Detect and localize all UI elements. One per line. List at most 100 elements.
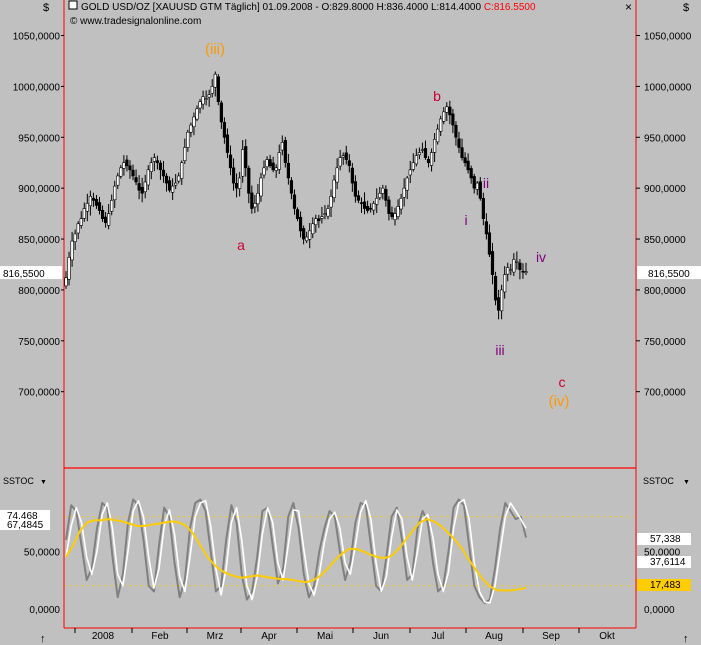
- candle-body: [369, 207, 373, 210]
- candle-body: [180, 162, 184, 179]
- last-price-label-right: 816,5500: [648, 269, 690, 280]
- candle-body: [277, 152, 281, 170]
- candle-body: [317, 218, 321, 222]
- x-tick-label: Feb: [151, 631, 169, 642]
- stoch-value-label-left: 67,4845: [7, 520, 44, 531]
- x-tick-label: Apr: [261, 631, 277, 642]
- wave-label: b: [433, 88, 441, 104]
- candle-body: [433, 139, 437, 153]
- indicator-dropdown-right[interactable]: ▼: [683, 479, 690, 486]
- price-tick-label-right: 1000,0000: [644, 82, 692, 93]
- candle-body: [219, 102, 223, 123]
- candle-body: [253, 203, 257, 208]
- candle-body: [104, 216, 108, 224]
- x-tick-label: Aug: [485, 631, 503, 642]
- candle-body: [195, 108, 199, 120]
- candle-body: [469, 168, 473, 179]
- candle-body: [289, 180, 294, 194]
- scroll-up-left[interactable]: ↑: [40, 633, 46, 645]
- candle-body: [192, 116, 196, 128]
- candle-body: [88, 196, 92, 207]
- candle-body: [503, 274, 507, 293]
- candle-body: [198, 101, 202, 109]
- last-price-label-left: 816,5500: [3, 269, 45, 280]
- candle-body: [423, 148, 428, 158]
- candle-body: [146, 169, 150, 186]
- candle-body: [186, 131, 190, 148]
- candle-body: [94, 199, 99, 206]
- candle-body: [411, 162, 415, 170]
- price-tick-label-right: 700,0000: [644, 388, 686, 399]
- candle-body: [244, 146, 248, 169]
- candle-body: [149, 162, 153, 172]
- candle-body: [107, 213, 111, 226]
- candle-body: [442, 111, 446, 122]
- candle-body: [79, 218, 83, 226]
- candle-body: [378, 192, 382, 198]
- stoch-value-label-right: 17,483: [650, 580, 681, 591]
- candle-body: [207, 94, 211, 98]
- candle-body: [274, 167, 278, 171]
- close-icon[interactable]: ×: [625, 0, 632, 14]
- candle-body: [399, 198, 403, 210]
- candle-body: [420, 149, 425, 151]
- candle-body: [393, 213, 397, 221]
- candle-body: [100, 209, 105, 219]
- wave-label: iv: [536, 249, 546, 265]
- price-scale-marker-left: $: [43, 2, 49, 14]
- price-tick-label-left: 950,0000: [18, 133, 60, 144]
- instrument-info: GOLD USD/OZ [XAUUSD GTM Täglich] 01.09.2…: [81, 2, 536, 13]
- candle-body: [362, 201, 367, 209]
- x-tick-label: Jun: [373, 631, 389, 642]
- x-tick-label: 2008: [92, 631, 115, 642]
- x-tick-label: Okt: [599, 631, 615, 642]
- candle-body: [231, 167, 236, 184]
- candle-body: [91, 197, 96, 201]
- candle-body: [509, 269, 513, 271]
- candle-body: [155, 160, 159, 164]
- candle-body: [201, 96, 205, 105]
- candle-body: [64, 277, 68, 287]
- symbol-checkbox[interactable]: [68, 0, 78, 10]
- candle-body: [381, 187, 385, 194]
- candle-body: [268, 159, 272, 167]
- candle-body: [225, 134, 230, 153]
- candle-body: [308, 230, 312, 240]
- candle-body: [387, 199, 391, 214]
- x-tick-label: Jul: [432, 631, 445, 642]
- candle-body: [451, 113, 455, 126]
- price-tick-label-left: 1050,0000: [13, 32, 61, 43]
- candle-body: [73, 233, 77, 242]
- candle-body: [247, 167, 251, 194]
- price-tick-label-left: 700,0000: [18, 388, 60, 399]
- stoch-value-label-right: 57,338: [650, 534, 681, 545]
- chart-stage: $ $ GOLD USD/OZ [XAUUSD GTM Täglich] 01.…: [0, 0, 701, 645]
- stoch-value-label-right: 37,6114: [650, 557, 686, 568]
- price-tick-label-right: 950,0000: [644, 133, 686, 144]
- candle-body: [222, 122, 227, 138]
- candle-body: [402, 187, 406, 198]
- scroll-up-right[interactable]: ↑: [683, 633, 689, 645]
- candle-body: [204, 98, 208, 100]
- candle-body: [341, 155, 345, 158]
- candle-body: [484, 221, 488, 235]
- candle-body: [283, 140, 287, 164]
- candle-body: [329, 196, 333, 208]
- price-tick-label-right: 800,0000: [644, 286, 686, 297]
- candle-body: [250, 192, 254, 209]
- candle-body: [365, 205, 370, 211]
- price-tick-label-left: 900,0000: [18, 184, 60, 195]
- candle-body: [241, 149, 245, 177]
- candle-body: [189, 124, 193, 133]
- indicator-dropdown-left[interactable]: ▼: [40, 479, 47, 486]
- candle-body: [171, 185, 175, 193]
- candle-body: [521, 270, 525, 273]
- candle-body: [518, 262, 522, 270]
- candle-body: [213, 73, 217, 88]
- candle-body: [82, 208, 86, 219]
- candle-body: [466, 160, 470, 171]
- candle-body: [347, 160, 351, 167]
- candle-body: [110, 200, 114, 212]
- price-tick-label-right: 900,0000: [644, 184, 686, 195]
- candle-body: [137, 183, 141, 191]
